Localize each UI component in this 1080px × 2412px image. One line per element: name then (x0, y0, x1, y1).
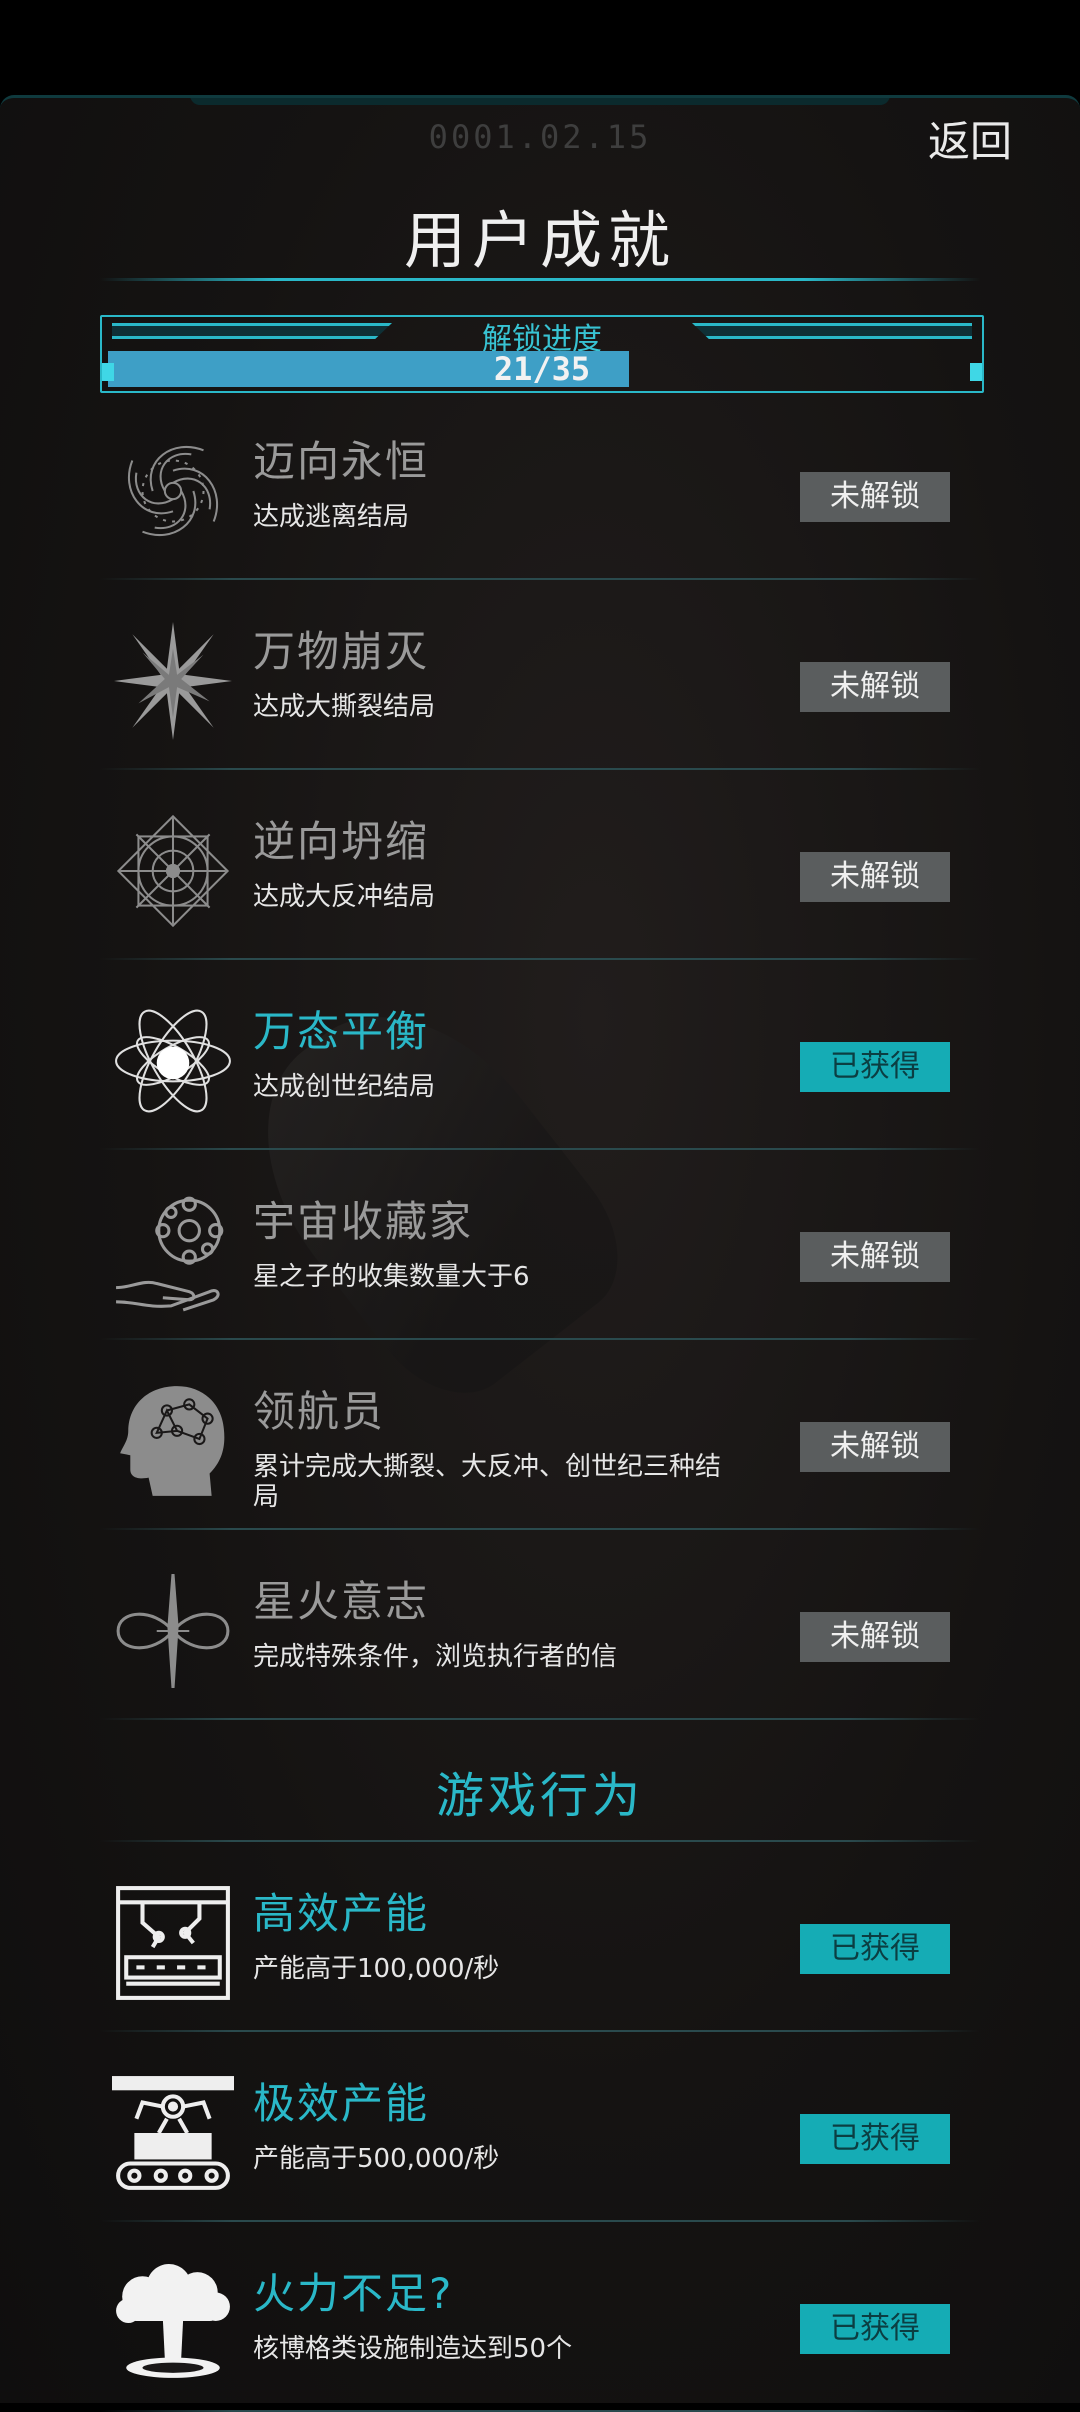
behavior-item[interactable]: 火力不足? 核博格类设施制造达到50个 已获得 (0, 2222, 1080, 2412)
behavior-name: 极效产能 (253, 2079, 430, 2128)
achievement-name: 万态平衡 (253, 1007, 430, 1056)
achievement-item[interactable]: 万态平衡 达成创世纪结局 已获得 (0, 960, 1080, 1150)
progress-count: 21/35 (493, 350, 591, 388)
achievement-name: 逆向坍缩 (253, 817, 430, 866)
achievement-item[interactable]: 星火意志 完成特殊条件，浏览执行者的信 未解锁 (0, 1530, 1080, 1720)
status-badge: 已获得 (800, 1924, 950, 1974)
behavior-desc: 产能高于100,000/秒 (253, 1954, 500, 1984)
status-badge: 未解锁 (800, 852, 950, 902)
achievement-item[interactable]: 逆向坍缩 达成大反冲结局 未解锁 (0, 770, 1080, 960)
achievement-item[interactable]: 迈向永恒 达成逃离结局 未解锁 (0, 390, 1080, 580)
infinity-star-icon (112, 1570, 234, 1692)
status-badge: 未解锁 (800, 472, 950, 522)
achievement-desc: 累计完成大撕裂、大反冲、创世纪三种结局 (253, 1452, 722, 1512)
achievement-name: 领航员 (253, 1387, 386, 1436)
behavior-item[interactable]: 高效产能 产能高于100,000/秒 已获得 (0, 1842, 1080, 2032)
atom-orbit-icon (112, 1000, 234, 1122)
status-badge: 未解锁 (800, 1232, 950, 1282)
status-badge: 已获得 (800, 2114, 950, 2164)
status-badge: 已获得 (800, 1042, 950, 1092)
game-date: 0001.02.15 (428, 118, 652, 156)
achievement-name: 万物崩灭 (253, 627, 430, 676)
achievement-list: 迈向永恒 达成逃离结局 未解锁 万物崩灭 达成大撕裂结局 未解锁 逆向坍缩 达成… (0, 390, 1080, 2412)
brain-head-icon (112, 1380, 234, 1502)
status-badge: 未解锁 (800, 1422, 950, 1472)
achievement-item[interactable]: 宇宙收藏家 星之子的收集数量大于6 未解锁 (0, 1150, 1080, 1340)
page-title: 用户成就 (403, 204, 676, 277)
achievement-desc: 完成特殊条件，浏览执行者的信 (253, 1642, 618, 1672)
unlock-progress: 解锁进度 21/35 (100, 315, 984, 393)
behavior-desc: 产能高于500,000/秒 (253, 2144, 500, 2174)
achievement-item[interactable]: 领航员 累计完成大撕裂、大反冲、创世纪三种结局 未解锁 (0, 1340, 1080, 1530)
behavior-desc: 核博格类设施制造达到50个 (253, 2334, 573, 2364)
achievement-desc: 达成逃离结局 (253, 502, 410, 532)
achievement-desc: 达成大反冲结局 (253, 882, 436, 912)
hand-globe-icon (112, 1190, 234, 1312)
behavior-name: 高效产能 (253, 1889, 430, 1938)
factory-arm-icon (112, 1882, 234, 2004)
status-badge: 未解锁 (800, 662, 950, 712)
section-header: 游戏行为 (0, 1720, 1080, 1842)
status-badge: 未解锁 (800, 1612, 950, 1662)
section-title: 游戏行为 (435, 1768, 644, 1824)
achievement-name: 宇宙收藏家 (253, 1197, 474, 1246)
achievement-desc: 达成创世纪结局 (253, 1072, 436, 1102)
achievement-name: 星火意志 (253, 1577, 430, 1626)
mandala-icon (112, 810, 234, 932)
mushroom-cloud-icon (112, 2262, 234, 2384)
title-divider (100, 278, 980, 281)
starburst-icon (112, 620, 234, 742)
progress-cap-right (970, 363, 982, 381)
progress-cap-left (102, 363, 114, 381)
back-button[interactable]: 返回 (928, 108, 1012, 169)
behavior-item[interactable]: 极效产能 产能高于500,000/秒 已获得 (0, 2032, 1080, 2222)
achievement-name: 迈向永恒 (253, 437, 430, 486)
conveyor-robot-icon (112, 2072, 234, 2194)
achievement-desc: 达成大撕裂结局 (253, 692, 436, 722)
behavior-name: 火力不足? (253, 2269, 454, 2318)
achievement-item[interactable]: 万物崩灭 达成大撕裂结局 未解锁 (0, 580, 1080, 770)
spiral-galaxy-icon (112, 430, 234, 552)
status-badge: 已获得 (800, 2304, 950, 2354)
achievement-desc: 星之子的收集数量大于6 (253, 1262, 530, 1292)
progress-track: 21/35 (108, 351, 976, 387)
